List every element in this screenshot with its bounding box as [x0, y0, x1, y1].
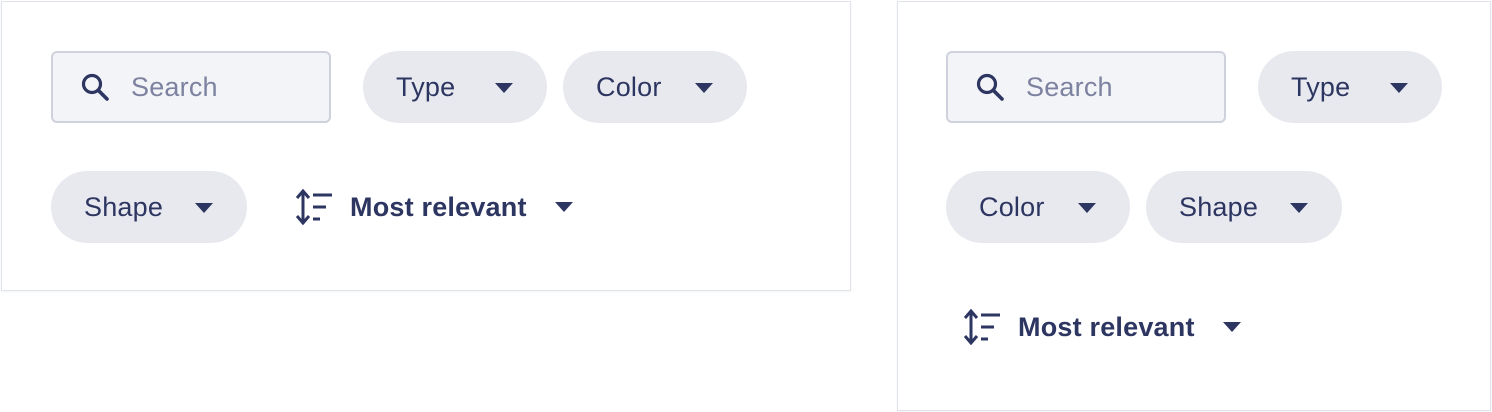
caret-down-icon [1390, 83, 1408, 93]
type-filter-button[interactable]: Type [363, 51, 547, 123]
caret-down-icon [495, 83, 513, 93]
sort-icon [296, 189, 334, 225]
search-icon [974, 71, 1006, 103]
color-filter-label: Color [979, 191, 1045, 222]
search-input[interactable]: Search [51, 51, 331, 123]
search-input[interactable]: Search [946, 51, 1226, 123]
type-filter-button[interactable]: Type [1258, 51, 1442, 123]
filter-bar-wide: Search Type Color Shape Most relevant [1, 1, 851, 291]
caret-down-icon [554, 202, 573, 212]
caret-down-icon [195, 203, 213, 213]
sort-label: Most relevant [350, 191, 527, 222]
shape-filter-button[interactable]: Shape [51, 171, 247, 243]
color-filter-button[interactable]: Color [946, 171, 1130, 243]
shape-filter-button[interactable]: Shape [1146, 171, 1342, 243]
type-filter-label: Type [396, 71, 456, 102]
search-placeholder: Search [1026, 71, 1113, 102]
caret-down-icon [1222, 322, 1241, 332]
sort-dropdown[interactable]: Most relevant [296, 171, 573, 243]
sort-dropdown[interactable]: Most relevant [964, 291, 1241, 363]
shape-filter-label: Shape [84, 191, 164, 222]
sort-icon [964, 309, 1002, 345]
filter-bar-narrow: Search Type Color Shape Most relevant [897, 1, 1491, 411]
type-filter-label: Type [1291, 71, 1351, 102]
shape-filter-label: Shape [1179, 191, 1259, 222]
color-filter-button[interactable]: Color [563, 51, 747, 123]
caret-down-icon [695, 83, 713, 93]
search-placeholder: Search [131, 71, 218, 102]
search-icon [79, 71, 111, 103]
caret-down-icon [1078, 203, 1096, 213]
caret-down-icon [1290, 203, 1308, 213]
color-filter-label: Color [596, 71, 662, 102]
sort-label: Most relevant [1018, 311, 1195, 342]
